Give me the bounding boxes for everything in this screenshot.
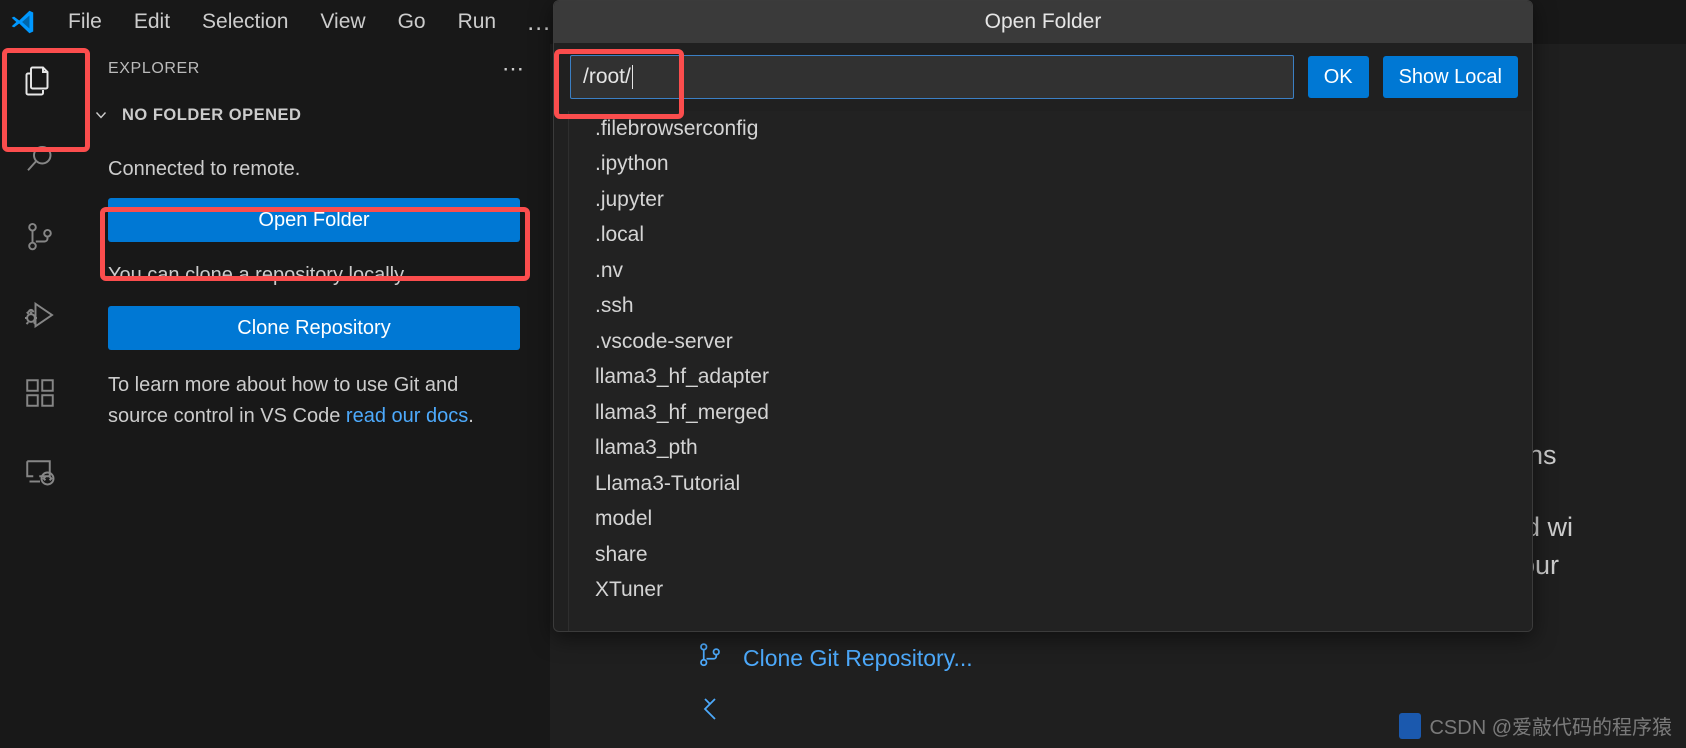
list-item[interactable]: Llama3-Tutorial [569, 466, 1532, 502]
dialog-title: Open Folder [554, 1, 1532, 43]
ok-button[interactable]: OK [1307, 56, 1369, 98]
dialog-input-row: /root/ OK Show Local [554, 43, 1532, 111]
list-item[interactable]: .filebrowserconfig [569, 111, 1532, 147]
list-item[interactable]: share [569, 537, 1532, 573]
path-input[interactable]: /root/ [570, 55, 1294, 99]
list-item[interactable]: .ipython [569, 147, 1532, 183]
menu-item-file[interactable]: File [52, 4, 118, 40]
csdn-badge-icon [1399, 712, 1422, 739]
learn-more-line2-prefix: source control in VS Code [108, 405, 346, 427]
csdn-watermark-text: CSDN @爱敲代码的程序猿 [1429, 717, 1672, 739]
show-local-button[interactable]: Show Local [1382, 56, 1518, 98]
learn-more-suffix: . [468, 405, 474, 427]
list-item[interactable]: model [569, 502, 1532, 538]
search-icon [22, 141, 58, 182]
clone-repository-button[interactable]: Clone Repository [108, 306, 520, 350]
open-folder-button[interactable]: Open Folder [108, 198, 520, 242]
vscode-logo-icon [0, 0, 44, 44]
explorer-title: EXPLORER [108, 60, 200, 77]
activity-bar [0, 44, 81, 748]
activity-item-search[interactable] [0, 122, 80, 200]
explorer-header: EXPLORER ⋯ [80, 44, 550, 94]
text-caret [631, 65, 633, 89]
path-input-value: /root/ [583, 65, 631, 88]
explorer-body: Connected to remote. Open Folder You can… [80, 136, 550, 432]
activity-item-source-control[interactable] [0, 200, 80, 278]
menu-item-selection[interactable]: Selection [186, 4, 304, 40]
menu-item-go[interactable]: Go [382, 4, 442, 40]
clone-git-repository-label: Clone Git Repository... [743, 644, 973, 671]
files-icon [22, 63, 58, 104]
folder-list-scrollbar[interactable] [1518, 111, 1532, 631]
folder-list[interactable]: .filebrowserconfig .ipython .jupyter .lo… [568, 111, 1532, 631]
run-debug-icon [22, 297, 58, 338]
connect-to-row[interactable] [695, 694, 743, 730]
remote-explorer-icon [22, 453, 58, 494]
no-folder-opened-label: NO FOLDER OPENED [122, 105, 302, 124]
menu-item-run[interactable]: Run [442, 4, 513, 40]
read-our-docs-link[interactable]: read our docs [346, 405, 468, 427]
source-control-icon [695, 640, 725, 676]
menu-bar: File Edit Selection View Go Run … [44, 4, 567, 40]
list-item[interactable]: .vscode-server [569, 324, 1532, 360]
source-control-icon [22, 219, 58, 260]
list-item[interactable]: .nv [569, 253, 1532, 289]
activity-item-extensions[interactable] [0, 356, 80, 434]
activity-item-run-and-debug[interactable] [0, 278, 80, 356]
list-item[interactable]: .local [569, 218, 1532, 254]
menu-item-edit[interactable]: Edit [118, 4, 186, 40]
no-folder-opened-section-header[interactable]: NO FOLDER OPENED [80, 94, 550, 136]
list-item[interactable]: .jupyter [569, 182, 1532, 218]
csdn-watermark: CSDN @爱敲代码的程序猿 [1399, 711, 1672, 740]
learn-more-line1: To learn more about how to use Git and [108, 374, 459, 396]
chevron-down-icon [88, 107, 114, 123]
connected-to-remote-text: Connected to remote. [108, 158, 301, 180]
list-item[interactable]: XTuner [569, 573, 1532, 609]
activity-item-remote-explorer[interactable] [0, 434, 80, 512]
extensions-icon [22, 375, 58, 416]
list-item[interactable]: .ssh [569, 289, 1532, 325]
list-item[interactable]: llama3_pth [569, 431, 1532, 467]
explorer-sidebar: EXPLORER ⋯ NO FOLDER OPENED Connected to… [80, 44, 550, 748]
list-item[interactable]: llama3_hf_adapter [569, 360, 1532, 396]
open-folder-dialog: Open Folder /root/ OK Show Local .filebr… [553, 0, 1533, 632]
close-icon [695, 694, 725, 730]
learn-more-text: To learn more about how to use Git and s… [108, 370, 520, 432]
explorer-more-actions-button[interactable]: ⋯ [502, 58, 526, 80]
menu-item-view[interactable]: View [304, 4, 381, 40]
list-item[interactable]: llama3_hf_merged [569, 395, 1532, 431]
clone-git-repository-row[interactable]: Clone Git Repository... [695, 640, 973, 676]
activity-item-explorer[interactable] [0, 44, 80, 122]
clone-hint-text: You can clone a repository locally. [108, 264, 409, 286]
